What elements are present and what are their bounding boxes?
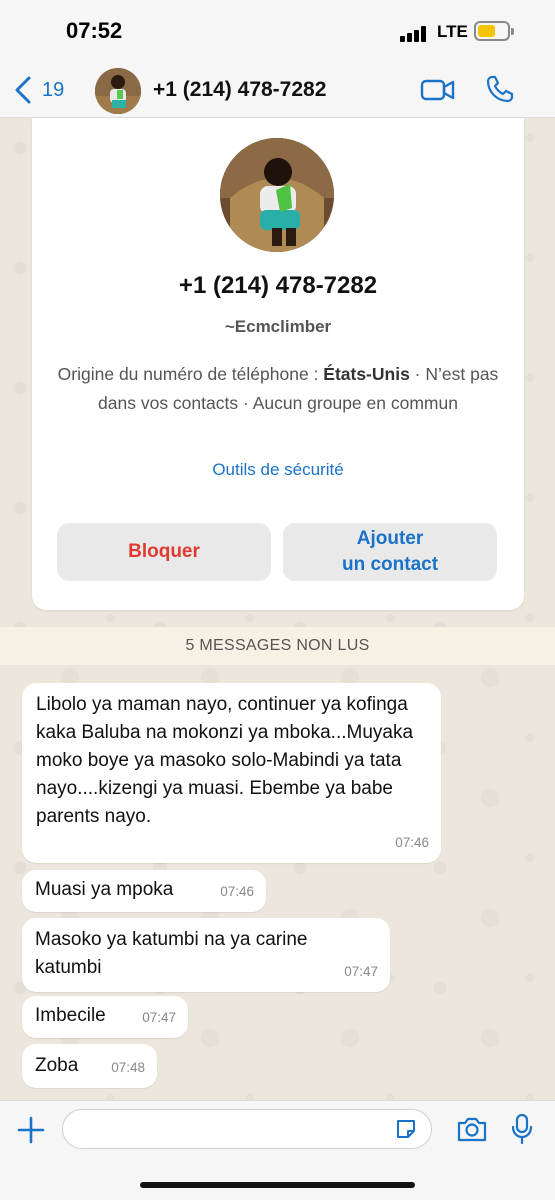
message-input[interactable] xyxy=(62,1109,432,1149)
origin-prefix: Origine du numéro de téléphone : xyxy=(57,364,324,384)
status-bar: 07:52 LTE xyxy=(0,0,555,62)
add-label-line2: un contact xyxy=(341,554,439,575)
add-contact-button[interactable]: Ajouter un contact xyxy=(283,523,497,581)
unread-chats-count: 19 xyxy=(42,78,65,101)
message-time: 07:47 xyxy=(344,964,378,979)
contact-photo xyxy=(220,138,334,252)
video-camera-icon[interactable] xyxy=(420,76,456,104)
message-bubble[interactable]: Muasi ya mpoka 07:46 xyxy=(22,870,266,912)
message-input-bar xyxy=(0,1100,555,1200)
contact-origin-info: Origine du numéro de téléphone : États-U… xyxy=(54,360,502,418)
status-time: 07:52 xyxy=(66,18,123,43)
message-bubble[interactable]: Imbecile 07:47 xyxy=(22,996,188,1038)
contact-info-card: +1 (214) 478-7282 ~Ecmclimber Origine du… xyxy=(32,118,524,610)
add-label-line1: Ajouter xyxy=(356,528,424,549)
message-text: Masoko ya katumbi na ya carine katumbi xyxy=(35,929,308,978)
back-button[interactable]: 19 xyxy=(14,72,74,108)
chat-title[interactable]: +1 (214) 478-7282 xyxy=(153,78,326,102)
contact-avatar[interactable] xyxy=(220,138,334,252)
security-tools-link[interactable]: Outils de sécurité xyxy=(32,460,524,480)
message-bubble[interactable]: Zoba 07:48 xyxy=(22,1044,157,1088)
phone-icon[interactable] xyxy=(485,74,515,104)
origin-country: États-Unis xyxy=(323,364,410,384)
message-text: Libolo ya maman nayo, continuer ya kofin… xyxy=(36,694,414,827)
network-label: LTE xyxy=(437,22,468,41)
message-time: 07:46 xyxy=(220,884,254,899)
message-time: 07:46 xyxy=(395,835,429,850)
contact-alias: ~Ecmclimber xyxy=(224,317,332,336)
message-time: 07:47 xyxy=(142,1010,176,1025)
avatar-photo xyxy=(95,68,141,114)
signal-icon xyxy=(400,26,430,42)
unread-messages-divider: 5 MESSAGES NON LUS xyxy=(0,627,555,665)
message-bubble[interactable]: Libolo ya maman nayo, continuer ya kofin… xyxy=(22,683,441,863)
microphone-icon[interactable] xyxy=(510,1113,534,1145)
avatar[interactable] xyxy=(95,68,141,114)
block-label: Bloquer xyxy=(128,541,200,562)
contact-phone-number: +1 (214) 478-7282 xyxy=(178,272,378,299)
home-indicator xyxy=(140,1182,415,1188)
chevron-left-icon xyxy=(15,76,31,104)
camera-icon[interactable] xyxy=(456,1115,488,1143)
sticker-icon[interactable] xyxy=(394,1117,418,1141)
message-bubble[interactable]: Masoko ya katumbi na ya carine katumbi 0… xyxy=(22,918,390,992)
plus-icon[interactable] xyxy=(16,1115,46,1145)
battery-icon xyxy=(474,21,514,41)
message-time: 07:48 xyxy=(111,1060,145,1075)
add-contact-label: Ajouter un contact xyxy=(342,526,438,578)
block-button[interactable]: Bloquer xyxy=(57,523,271,581)
chat-header: 19 +1 (214) 478-7282 xyxy=(0,62,555,118)
